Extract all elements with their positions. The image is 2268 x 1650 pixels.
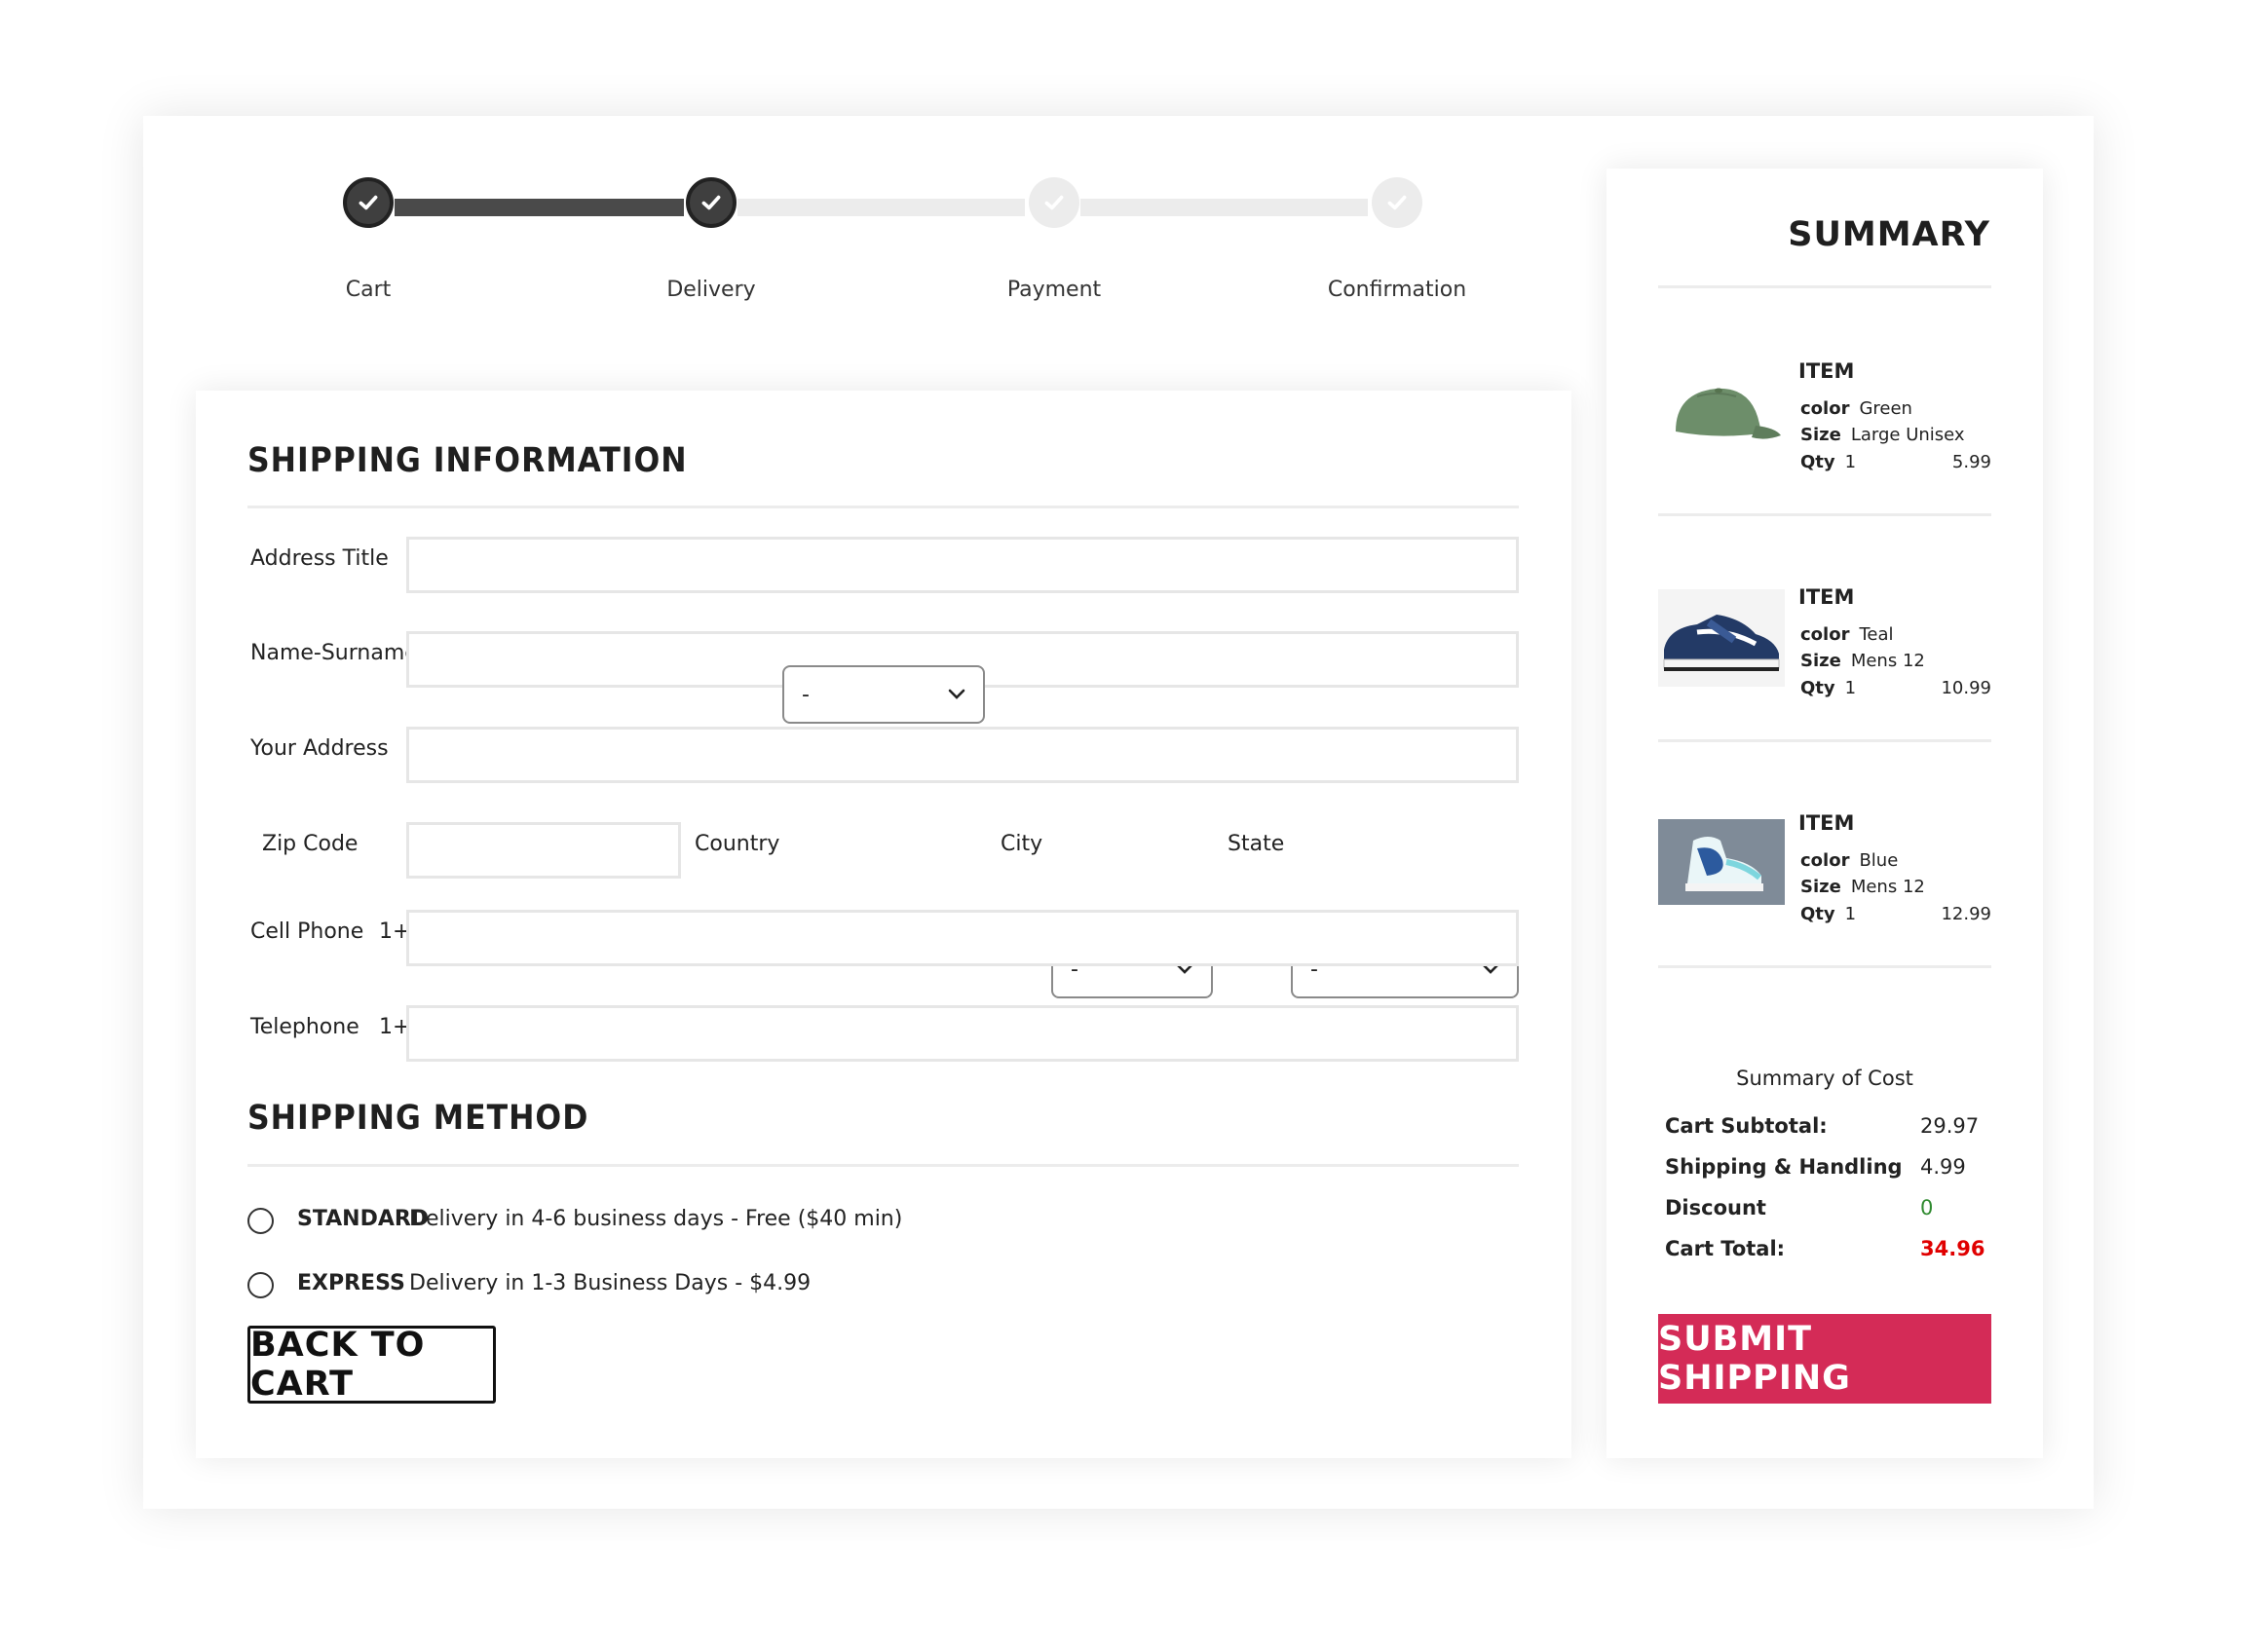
item-qty-row: Qty 1: [1800, 452, 1856, 472]
summary-divider: [1658, 513, 1991, 516]
step-connector-1: [395, 199, 684, 216]
item-header: ITEM: [1798, 585, 1855, 609]
item-qty-value: 1: [1844, 452, 1857, 472]
discount-label: Discount: [1665, 1196, 1766, 1219]
step-payment-check-icon[interactable]: [1029, 177, 1079, 228]
cart-subtotal-label: Cart Subtotal:: [1665, 1114, 1828, 1138]
express-method-desc: Delivery in 1-3 Business Days - $4.99: [409, 1271, 812, 1295]
item-image: [1658, 589, 1785, 687]
summary-of-cost-title: Summary of Cost: [1736, 1067, 1913, 1090]
item-qty-value: 1: [1844, 678, 1857, 698]
step-label-payment: Payment: [1006, 278, 1102, 302]
high-top-sneaker-icon: [1658, 819, 1785, 905]
color-label: color: [1800, 398, 1850, 419]
address-title-input[interactable]: [406, 537, 1519, 593]
item-color-value: Blue: [1859, 850, 1899, 871]
qty-label: Qty: [1800, 678, 1835, 698]
qty-label: Qty: [1800, 452, 1835, 472]
cart-total-label: Cart Total:: [1665, 1237, 1786, 1260]
zip-code-input[interactable]: [406, 822, 681, 879]
progress-stepper: Cart Delivery Payment Confirmation: [143, 116, 1605, 340]
standard-method-desc: Delivery in 4-6 business days - Free ($4…: [409, 1207, 903, 1231]
qty-label: Qty: [1800, 904, 1835, 924]
submit-shipping-button[interactable]: SUBMIT SHIPPING: [1658, 1314, 1991, 1404]
section-divider: [247, 1164, 1519, 1167]
cart-total-value: 34.96: [1920, 1237, 1985, 1260]
shipping-handling-value: 4.99: [1920, 1155, 1966, 1179]
item-size-value: Mens 12: [1850, 877, 1925, 897]
discount-value: 0: [1920, 1196, 1934, 1219]
item-color-value: Green: [1859, 398, 1912, 419]
section-divider: [247, 506, 1519, 508]
order-summary-card: SUMMARY ITEM color Green Size Large Unisex…: [1606, 169, 2043, 1458]
step-connector-3: [1080, 199, 1368, 216]
step-label-cart: Cart: [345, 278, 392, 302]
color-label: color: [1800, 850, 1850, 871]
step-connector-2: [737, 199, 1025, 216]
state-label: State: [1228, 832, 1285, 856]
size-label: Size: [1800, 651, 1841, 671]
telephone-label: Telephone: [250, 1015, 359, 1039]
size-label: Size: [1800, 877, 1841, 897]
sneaker-icon: [1663, 615, 1780, 671]
checkout-page: Cart Delivery Payment Confirmation SHIPP…: [143, 116, 2094, 1509]
item-price: 12.99: [1941, 904, 1991, 924]
name-surname-label: Name-Surname: [250, 641, 418, 665]
step-confirmation-check-icon[interactable]: [1372, 177, 1422, 228]
item-size-row: Size Large Unisex: [1800, 425, 1965, 445]
item-header: ITEM: [1798, 811, 1855, 835]
cell-phone-label: Cell Phone: [250, 919, 364, 944]
item-size-value: Mens 12: [1850, 651, 1925, 671]
express-method-name: EXPRESS: [297, 1271, 405, 1295]
summary-divider: [1658, 285, 1991, 288]
item-price: 5.99: [1951, 452, 1991, 472]
country-select-value: -: [802, 682, 810, 707]
cell-phone-input[interactable]: [406, 910, 1519, 966]
shipping-info-title: SHIPPING INFORMATION: [247, 441, 688, 480]
item-size-row: Size Mens 12: [1800, 877, 1925, 897]
item-color-row: color Blue: [1800, 850, 1898, 871]
cap-icon: [1676, 388, 1781, 439]
country-select[interactable]: -: [782, 665, 985, 724]
item-color-value: Teal: [1859, 624, 1894, 645]
item-header: ITEM: [1798, 359, 1855, 383]
step-delivery-check-icon[interactable]: [686, 177, 737, 228]
step-label-confirmation: Confirmation: [1327, 278, 1467, 302]
step-label-delivery: Delivery: [666, 278, 756, 302]
zip-code-label: Zip Code: [262, 832, 359, 856]
summary-divider: [1658, 965, 1991, 968]
shipping-method-title: SHIPPING METHOD: [247, 1099, 589, 1138]
shipping-handling-label: Shipping & Handling: [1665, 1155, 1903, 1179]
item-price: 10.99: [1941, 678, 1991, 698]
step-cart-check-icon[interactable]: [343, 177, 394, 228]
size-label: Size: [1800, 425, 1841, 445]
telephone-input[interactable]: [406, 1005, 1519, 1062]
summary-divider: [1658, 739, 1991, 742]
shipping-form-card: SHIPPING INFORMATION Address Title Name-…: [196, 391, 1571, 1458]
chevron-down-icon: [948, 689, 965, 699]
item-size-row: Size Mens 12: [1800, 651, 1925, 671]
item-qty-row: Qty 1: [1800, 678, 1856, 698]
item-qty-row: Qty 1: [1800, 904, 1856, 924]
cart-subtotal-value: 29.97: [1920, 1114, 1980, 1138]
summary-title: SUMMARY: [1788, 215, 1990, 254]
city-label: City: [1001, 832, 1043, 856]
your-address-input[interactable]: [406, 727, 1519, 783]
item-color-row: color Teal: [1800, 624, 1894, 645]
item-size-value: Large Unisex: [1850, 425, 1965, 445]
standard-radio[interactable]: [247, 1208, 274, 1234]
item-qty-value: 1: [1844, 904, 1857, 924]
back-to-cart-button[interactable]: BACK TO CART: [247, 1326, 496, 1404]
color-label: color: [1800, 624, 1850, 645]
your-address-label: Your Address: [250, 736, 389, 761]
address-title-label: Address Title: [250, 546, 389, 571]
item-image: [1658, 819, 1785, 905]
item-color-row: color Green: [1800, 398, 1912, 419]
item-image: [1658, 363, 1785, 461]
country-label: Country: [695, 832, 780, 856]
express-radio[interactable]: [247, 1272, 274, 1298]
